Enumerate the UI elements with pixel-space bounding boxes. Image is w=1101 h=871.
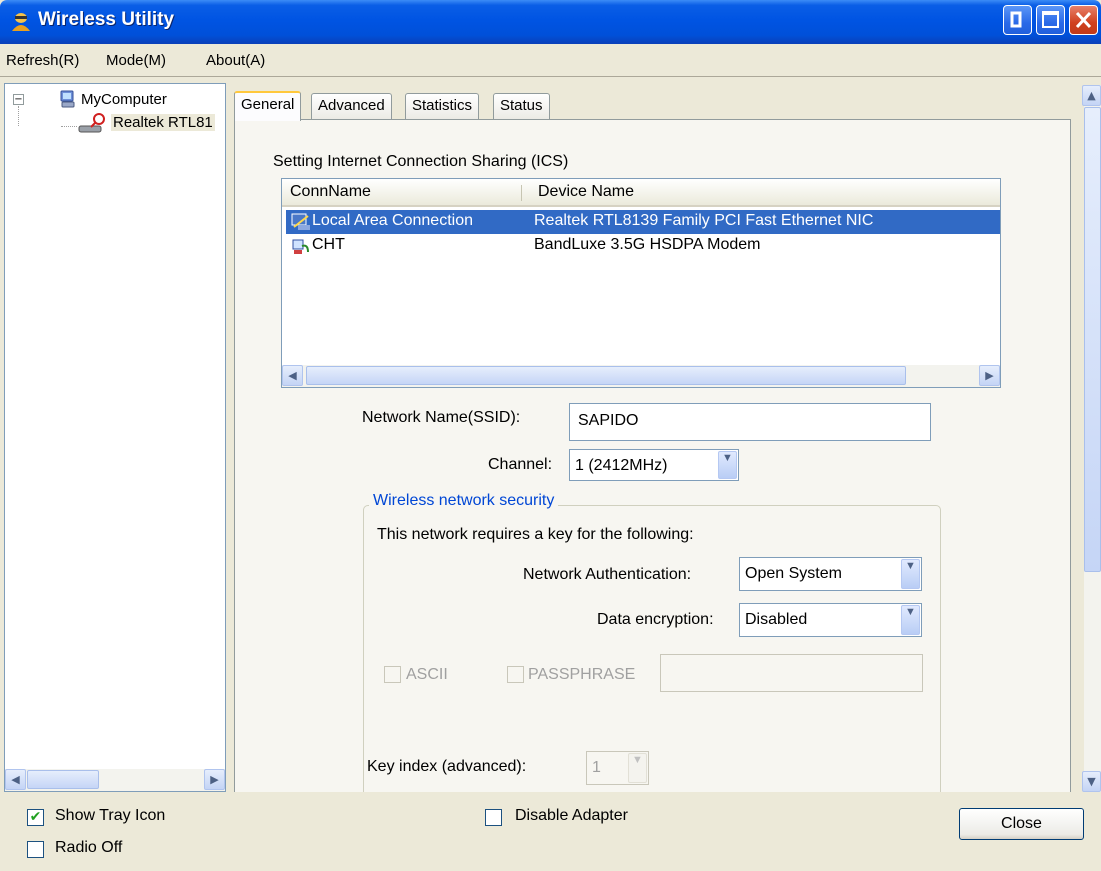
tab-status[interactable]: Status: [493, 93, 550, 119]
ssid-input[interactable]: SAPIDO: [569, 403, 931, 441]
show-tray-label: Show Tray Icon: [55, 807, 166, 824]
ascii-label: ASCII: [406, 666, 448, 683]
encryption-value: Disabled: [745, 611, 808, 628]
scroll-right-arrow-icon[interactable]: ▶: [979, 365, 1000, 386]
chevron-down-icon[interactable]: ▼: [628, 753, 647, 783]
keyindex-select[interactable]: 1 ▼: [586, 751, 649, 785]
ics-section-label: Setting Internet Connection Sharing (ICS…: [273, 153, 569, 170]
radio-off-label: Radio Off: [55, 839, 123, 856]
auth-value: Open System: [745, 565, 842, 582]
scroll-thumb[interactable]: [306, 366, 906, 385]
tab-statistics[interactable]: Statistics: [405, 93, 480, 119]
channel-label: Channel:: [488, 456, 553, 473]
close-window-button[interactable]: [1069, 5, 1098, 35]
security-group: [363, 505, 941, 792]
network-connection-icon: [291, 213, 310, 230]
window-title: Wireless Utility: [38, 9, 175, 30]
key-input[interactable]: [660, 654, 923, 692]
maximize-icon: [1042, 11, 1059, 28]
tree-item-adapter-label: Realtek RTL81: [111, 114, 215, 131]
ascii-checkbox[interactable]: [384, 666, 401, 683]
tree-connector: [61, 126, 77, 127]
close-icon: [1075, 11, 1092, 29]
ics-device-name: BandLuxe 3.5G HSDPA Modem: [534, 236, 761, 253]
scroll-left-arrow-icon[interactable]: ◀: [282, 365, 303, 386]
main-pane: General Advanced Statistics Status Setti…: [229, 83, 1101, 792]
minimize-icon: [1010, 11, 1022, 28]
auth-select[interactable]: Open System ▼: [739, 557, 922, 591]
encryption-select[interactable]: Disabled ▼: [739, 603, 922, 637]
main-vertical-scrollbar[interactable]: ▲ ▼: [1082, 85, 1101, 792]
ics-row-cht[interactable]: CHT BandLuxe 3.5G HSDPA Modem: [286, 234, 1000, 258]
security-group-legend: Wireless network security: [369, 492, 559, 510]
menu-refresh[interactable]: Refresh(R): [6, 52, 79, 69]
minimize-button[interactable]: [1003, 5, 1032, 35]
ics-connection-list[interactable]: ConnName Device Name Local Area Connecti…: [281, 178, 1001, 388]
close-button[interactable]: Close: [959, 808, 1084, 840]
menu-bar: Refresh(R) Mode(M) About(A): [0, 44, 1101, 77]
channel-select[interactable]: 1 (2412MHz) ▼: [569, 449, 739, 481]
scroll-thumb[interactable]: [1084, 107, 1101, 572]
column-header-connname[interactable]: ConnName: [282, 179, 522, 207]
security-intro: This network requires a key for the foll…: [377, 526, 694, 543]
title-bar[interactable]: Wireless Utility: [0, 0, 1101, 44]
footer-bar: ✔ Show Tray Icon Radio Off Disable Adapt…: [0, 792, 1101, 871]
tree-horizontal-scrollbar[interactable]: ◀ ▶: [5, 769, 225, 791]
ics-conn-name: Local Area Connection: [312, 212, 473, 229]
keyindex-value: 1: [592, 759, 601, 776]
menu-mode[interactable]: Mode(M): [106, 52, 166, 69]
wireless-adapter-icon: [78, 113, 105, 133]
disable-adapter-checkbox[interactable]: [485, 809, 502, 826]
close-button-label: Close: [1001, 815, 1042, 832]
dialup-connection-icon: [292, 239, 309, 254]
ics-horizontal-scrollbar[interactable]: ◀ ▶: [282, 365, 1000, 387]
scroll-right-arrow-icon[interactable]: ▶: [204, 769, 225, 790]
keyindex-label: Key index (advanced):: [367, 758, 527, 775]
channel-value: 1 (2412MHz): [575, 457, 668, 474]
wireless-user-icon: [12, 13, 30, 31]
passphrase-checkbox[interactable]: [507, 666, 524, 683]
scroll-down-arrow-icon[interactable]: ▼: [1082, 771, 1101, 792]
scroll-up-arrow-icon[interactable]: ▲: [1082, 85, 1101, 106]
tab-general[interactable]: General: [234, 91, 302, 121]
auth-label: Network Authentication:: [523, 566, 692, 583]
tree-collapse-toggle[interactable]: −: [13, 94, 24, 105]
device-tree[interactable]: − MyComputer Realtek RTL81 ◀ ▶: [4, 83, 226, 792]
radio-off-checkbox[interactable]: [27, 841, 44, 858]
ssid-label: Network Name(SSID):: [362, 409, 521, 426]
tab-advanced[interactable]: Advanced: [311, 93, 392, 119]
show-tray-checkbox[interactable]: ✔: [27, 809, 44, 826]
ics-device-name: Realtek RTL8139 Family PCI Fast Ethernet…: [534, 212, 874, 229]
tree-connector: [18, 106, 19, 126]
chevron-down-icon[interactable]: ▼: [901, 559, 920, 589]
column-header-device-name[interactable]: Device Name: [522, 179, 1000, 207]
scroll-left-arrow-icon[interactable]: ◀: [5, 769, 26, 790]
disable-adapter-label: Disable Adapter: [515, 807, 628, 824]
encryption-label: Data encryption:: [597, 611, 714, 628]
chevron-down-icon[interactable]: ▼: [901, 605, 920, 635]
passphrase-label: PASSPHRASE: [528, 666, 636, 683]
menu-about[interactable]: About(A): [206, 52, 265, 69]
ics-row-local-area[interactable]: Local Area Connection Realtek RTL8139 Fa…: [286, 210, 1000, 234]
tree-item-mycomputer[interactable]: MyComputer: [81, 91, 167, 108]
maximize-button[interactable]: [1036, 5, 1065, 35]
ics-conn-name: CHT: [312, 236, 345, 253]
chevron-down-icon[interactable]: ▼: [718, 451, 737, 479]
scroll-thumb[interactable]: [27, 770, 99, 789]
computer-icon: [60, 90, 75, 108]
